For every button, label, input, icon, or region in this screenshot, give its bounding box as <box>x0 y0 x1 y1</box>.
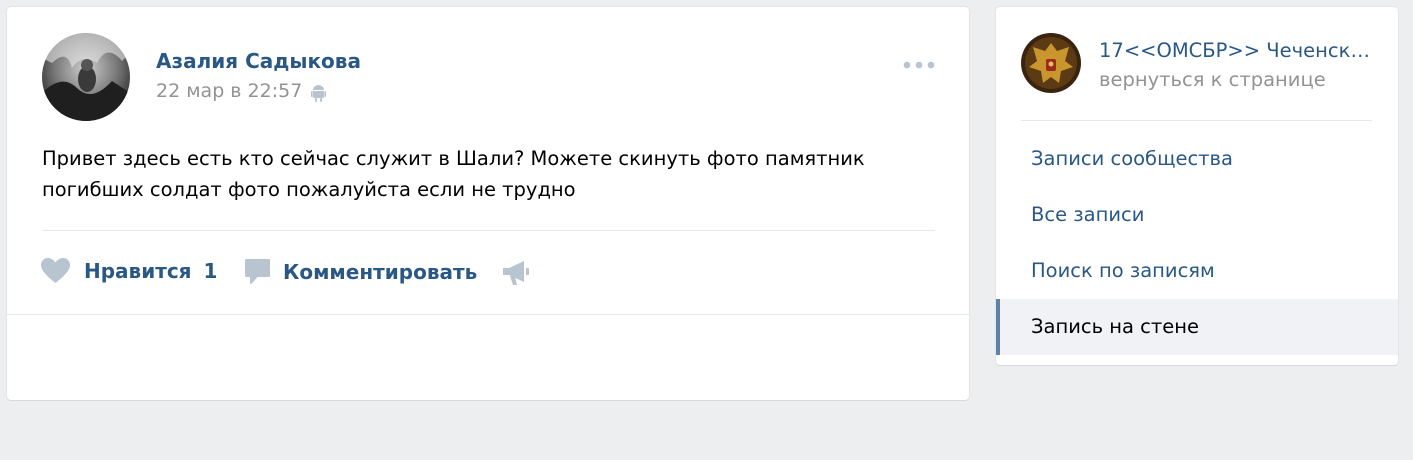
comment-label: Комментировать <box>283 259 478 284</box>
post-divider <box>42 230 935 231</box>
like-label: Нравится <box>84 259 192 283</box>
heart-icon <box>41 258 70 283</box>
comment-button[interactable]: Комментировать <box>244 258 477 285</box>
sidebar-divider <box>1021 120 1372 121</box>
like-button[interactable]: Нравится 1 <box>41 258 217 284</box>
like-count: 1 <box>203 259 218 283</box>
more-dots-icon[interactable] <box>902 60 936 70</box>
menu-item-wall-post[interactable]: Запись на стене <box>996 299 1398 355</box>
post-date[interactable]: 22 мар в 22:57 <box>156 80 302 102</box>
menu-item-search-posts[interactable]: Поиск по записям <box>996 243 1398 299</box>
comment-icon <box>245 259 270 284</box>
post-text: Привет здесь есть кто сейчас служит в Ша… <box>42 143 922 205</box>
back-to-page-link[interactable]: вернуться к странице <box>1099 68 1326 91</box>
group-avatar[interactable] <box>1021 33 1081 93</box>
share-button[interactable] <box>502 260 530 286</box>
megaphone-icon <box>503 261 529 285</box>
android-icon <box>311 85 326 102</box>
post-author[interactable]: Азалия Садыкова <box>156 49 361 73</box>
sidebar-card: 17<<ОМСБР>> Чеченская Республика вернуть… <box>996 7 1398 365</box>
comments-divider <box>7 314 969 315</box>
post-card: Азалия Садыкова 22 мар в 22:57 Привет зд… <box>7 7 969 400</box>
author-avatar[interactable] <box>42 33 130 121</box>
post-text-line: погибших солдат фото пожалуйста если не … <box>42 178 576 201</box>
post-text-line: Привет здесь есть кто сейчас служит в Ша… <box>42 147 865 170</box>
menu-item-all-posts[interactable]: Все записи <box>996 187 1398 243</box>
menu-item-community-posts[interactable]: Записи сообщества <box>996 131 1398 187</box>
group-name[interactable]: 17<<ОМСБР>> Чеченская Республика <box>1099 39 1377 62</box>
